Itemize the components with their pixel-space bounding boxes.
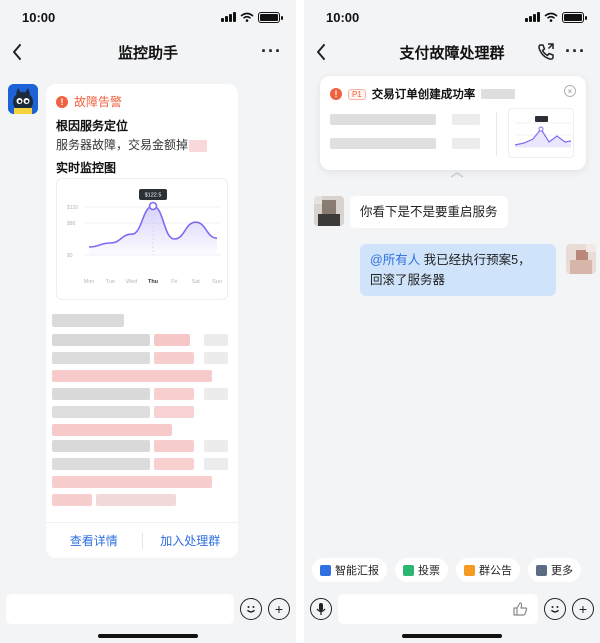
status-time: 10:00 bbox=[326, 9, 360, 25]
pinned-title: 交易订单创建成功率 bbox=[371, 89, 476, 101]
monitor-chart-svg: $120 $80 $0 $122.5 Mon Tue Wed Thu Fri Sat Sun bbox=[67, 189, 222, 285]
x-tick-label: Tue bbox=[106, 279, 115, 285]
alert-header: ! 故障告警 bbox=[56, 93, 122, 110]
tooltip-label: $122.5 bbox=[145, 193, 162, 199]
x-tick-label: Thu bbox=[148, 279, 158, 285]
tool-more[interactable]: 更多 bbox=[528, 558, 581, 582]
mention-all[interactable]: @所有人 bbox=[370, 253, 420, 267]
join-group-link[interactable]: 加入处理群 bbox=[143, 532, 239, 549]
back-icon[interactable] bbox=[12, 42, 30, 62]
back-icon[interactable] bbox=[316, 42, 334, 62]
warning-icon: ! bbox=[330, 88, 342, 100]
tool-label: 智能汇报 bbox=[335, 565, 379, 577]
more-options-icon[interactable]: ··· bbox=[261, 42, 282, 60]
pinned-header: ! P1 交易订单创建成功率 bbox=[330, 86, 516, 102]
announcement-icon bbox=[464, 564, 475, 576]
x-tick-label: Fri bbox=[171, 279, 177, 285]
more-options-icon[interactable]: ··· bbox=[565, 42, 586, 60]
tool-vote[interactable]: 投票 bbox=[395, 558, 448, 582]
add-icon[interactable]: + bbox=[268, 598, 290, 620]
nav-bar: 监控助手 ··· bbox=[0, 34, 296, 70]
tool-label: 投票 bbox=[418, 565, 440, 577]
x-tick-label: Sat bbox=[192, 279, 201, 285]
message-text-line2: 回滚了服务器 bbox=[370, 273, 446, 287]
battery-icon bbox=[562, 11, 587, 23]
message-input[interactable] bbox=[338, 594, 538, 624]
emoji-icon[interactable] bbox=[240, 598, 262, 620]
report-icon bbox=[320, 564, 331, 576]
monitor-assistant-screen: 10:00 监控助手 ··· ! 故障告警 根因服务定位 服务器故障，交易金额掉… bbox=[0, 0, 296, 643]
x-tick-label: Wed bbox=[126, 279, 137, 285]
more-icon bbox=[536, 564, 547, 576]
x-tick-label: Sun bbox=[212, 279, 222, 285]
monitor-chart-title: 实时监控图 bbox=[56, 161, 117, 175]
tool-announcement[interactable]: 群公告 bbox=[456, 558, 520, 582]
bot-avatar[interactable] bbox=[8, 84, 38, 114]
y-tick-label: $0 bbox=[67, 253, 73, 259]
signal-icon bbox=[525, 12, 540, 22]
collapse-chevron-icon[interactable] bbox=[450, 172, 464, 178]
message-text-line1: 我已经执行预案5， bbox=[420, 253, 531, 267]
x-tick-label: Mon bbox=[84, 279, 95, 285]
group-chat-screen: 10:00 支付故障处理群 ··· ! P1 交易订单创建成功率 × 你看下是不… bbox=[304, 0, 600, 643]
priority-badge: P1 bbox=[348, 88, 366, 100]
phone-call-icon[interactable] bbox=[536, 42, 556, 62]
warning-icon: ! bbox=[56, 95, 68, 108]
message-bubble-incoming: 你看下是不是要重启服务 bbox=[350, 196, 508, 228]
emoji-icon[interactable] bbox=[544, 598, 566, 620]
status-icons bbox=[221, 11, 283, 23]
input-bar: + bbox=[0, 590, 296, 628]
voice-icon[interactable] bbox=[310, 598, 332, 620]
root-cause-title: 根因服务定位 bbox=[56, 119, 129, 133]
y-tick-label: $80 bbox=[67, 221, 76, 227]
view-detail-link[interactable]: 查看详情 bbox=[46, 532, 142, 549]
mini-monitor-chart bbox=[508, 108, 574, 158]
tool-label: 群公告 bbox=[479, 565, 512, 577]
status-icons bbox=[525, 11, 587, 23]
alert-label: 故障告警 bbox=[74, 95, 123, 109]
status-bar: 10:00 bbox=[304, 0, 600, 34]
add-icon[interactable]: + bbox=[572, 598, 594, 620]
member-avatar[interactable] bbox=[314, 196, 344, 226]
self-avatar[interactable] bbox=[566, 244, 596, 274]
pinned-incident-card[interactable]: ! P1 交易订单创建成功率 × bbox=[320, 76, 586, 170]
y-tick-label: $120 bbox=[67, 205, 78, 211]
home-indicator bbox=[98, 634, 198, 638]
tool-label: 更多 bbox=[551, 565, 573, 577]
root-cause-text: 服务器故障，交易金额掉 bbox=[56, 136, 208, 153]
quick-tools: 智能汇报 投票 群公告 更多 bbox=[312, 558, 581, 582]
page-title: 监控助手 bbox=[117, 44, 178, 62]
page-title: 支付故障处理群 bbox=[399, 44, 505, 62]
monitor-chart: $120 $80 $0 $122.5 Mon Tue Wed Thu Fri Sat Sun bbox=[56, 178, 228, 300]
message-input[interactable] bbox=[6, 594, 234, 624]
close-icon[interactable]: × bbox=[564, 85, 576, 97]
tool-smart-report[interactable]: 智能汇报 bbox=[312, 558, 387, 582]
card-actions: 查看详情 加入处理群 bbox=[46, 522, 238, 558]
message-bubble-outgoing: @所有人 我已经执行预案5， 回滚了服务器 bbox=[360, 244, 556, 296]
wifi-icon bbox=[544, 12, 558, 22]
status-bar: 10:00 bbox=[0, 0, 296, 34]
input-bar: + bbox=[304, 590, 600, 628]
wifi-icon bbox=[240, 12, 254, 22]
highlight-point bbox=[148, 201, 158, 211]
thumbs-up-icon[interactable] bbox=[512, 601, 528, 617]
vote-icon bbox=[403, 564, 414, 576]
signal-icon bbox=[221, 12, 236, 22]
status-time: 10:00 bbox=[22, 9, 56, 25]
root-cause-text-content: 服务器故障，交易金额掉 bbox=[56, 138, 189, 152]
alert-card: ! 故障告警 根因服务定位 服务器故障，交易金额掉 实时监控图 $120 $80 $… bbox=[46, 84, 238, 558]
battery-icon bbox=[258, 11, 283, 23]
home-indicator bbox=[402, 634, 502, 638]
nav-bar: 支付故障处理群 ··· bbox=[304, 34, 600, 70]
